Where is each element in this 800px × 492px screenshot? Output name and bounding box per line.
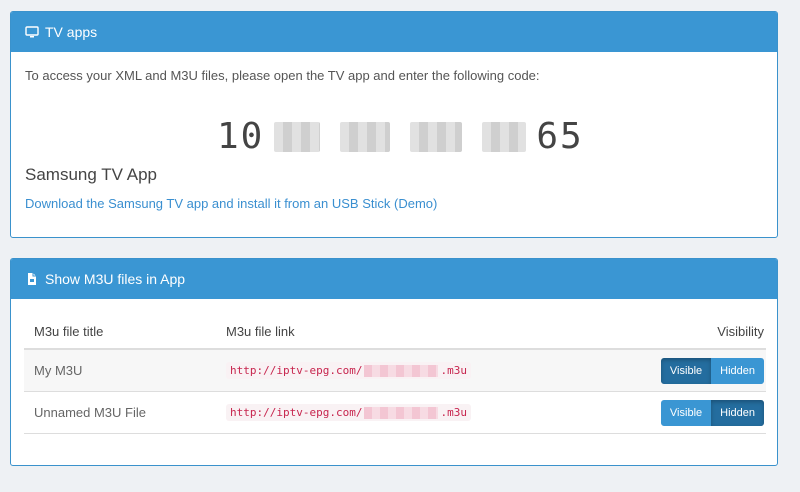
code-suffix: 65 <box>536 116 584 157</box>
code-redacted-2 <box>340 121 391 152</box>
m3u-file-title: Unnamed M3U File <box>24 391 216 434</box>
col-title: M3u file title <box>24 315 216 350</box>
m3u-file-title: My M3U <box>24 349 216 392</box>
m3u-file-link: http://iptv-epg.com/ .m3u <box>226 362 471 379</box>
m3u-panel: Show M3U files in App M3u file title M3u… <box>10 258 778 466</box>
col-link: M3u file link <box>216 315 600 350</box>
m3u-header: Show M3U files in App <box>11 259 777 299</box>
link-prefix: http://iptv-epg.com/ <box>230 406 363 419</box>
m3u-file-link: http://iptv-epg.com/ .m3u <box>226 404 471 421</box>
file-icon <box>25 272 39 286</box>
samsung-app-title: Samsung TV App <box>25 165 157 184</box>
table-row: Unnamed M3U File http://iptv-epg.com/ .m… <box>24 391 766 434</box>
m3u-table-header: M3u file title M3u file link Visibility <box>24 315 766 350</box>
code-redacted-4 <box>482 121 527 152</box>
m3u-file-link-cell: http://iptv-epg.com/ .m3u <box>216 349 600 392</box>
hidden-button[interactable]: Hidden <box>711 399 764 426</box>
link-redacted <box>364 364 439 377</box>
link-redacted <box>364 406 439 419</box>
col-visibility: Visibility <box>599 315 766 350</box>
tv-apps-panel: TV apps To access your XML and M3U files… <box>10 11 778 238</box>
link-suffix: .m3u <box>440 406 467 419</box>
samsung-download-link[interactable]: Download the Samsung TV app and install … <box>25 196 437 211</box>
visibility-cell: Visible Hidden <box>599 391 766 434</box>
code-redacted-1 <box>274 121 321 152</box>
code-redacted-3 <box>410 121 463 152</box>
m3u-file-link-cell: http://iptv-epg.com/ .m3u <box>216 391 600 434</box>
tv-code: 10 65 <box>217 116 584 157</box>
visible-button[interactable]: Visible <box>660 357 712 384</box>
hidden-button[interactable]: Hidden <box>711 357 764 384</box>
link-prefix: http://iptv-epg.com/ <box>230 364 363 377</box>
monitor-icon <box>25 25 39 39</box>
visibility-toggle: Visible Hidden <box>660 357 764 384</box>
visible-button[interactable]: Visible <box>660 399 712 426</box>
code-prefix: 10 <box>217 116 265 157</box>
tv-apps-intro: To access your XML and M3U files, please… <box>25 68 540 83</box>
table-row: My M3U http://iptv-epg.com/ .m3u Visible… <box>24 349 766 392</box>
link-suffix: .m3u <box>440 364 467 377</box>
m3u-panel-title: Show M3U files in App <box>45 271 186 287</box>
tv-apps-header: TV apps <box>11 12 777 52</box>
visibility-cell: Visible Hidden <box>599 349 766 392</box>
tv-apps-title: TV apps <box>45 24 98 40</box>
m3u-table: M3u file title M3u file link Visibility … <box>24 315 766 434</box>
visibility-toggle: Visible Hidden <box>660 399 764 426</box>
